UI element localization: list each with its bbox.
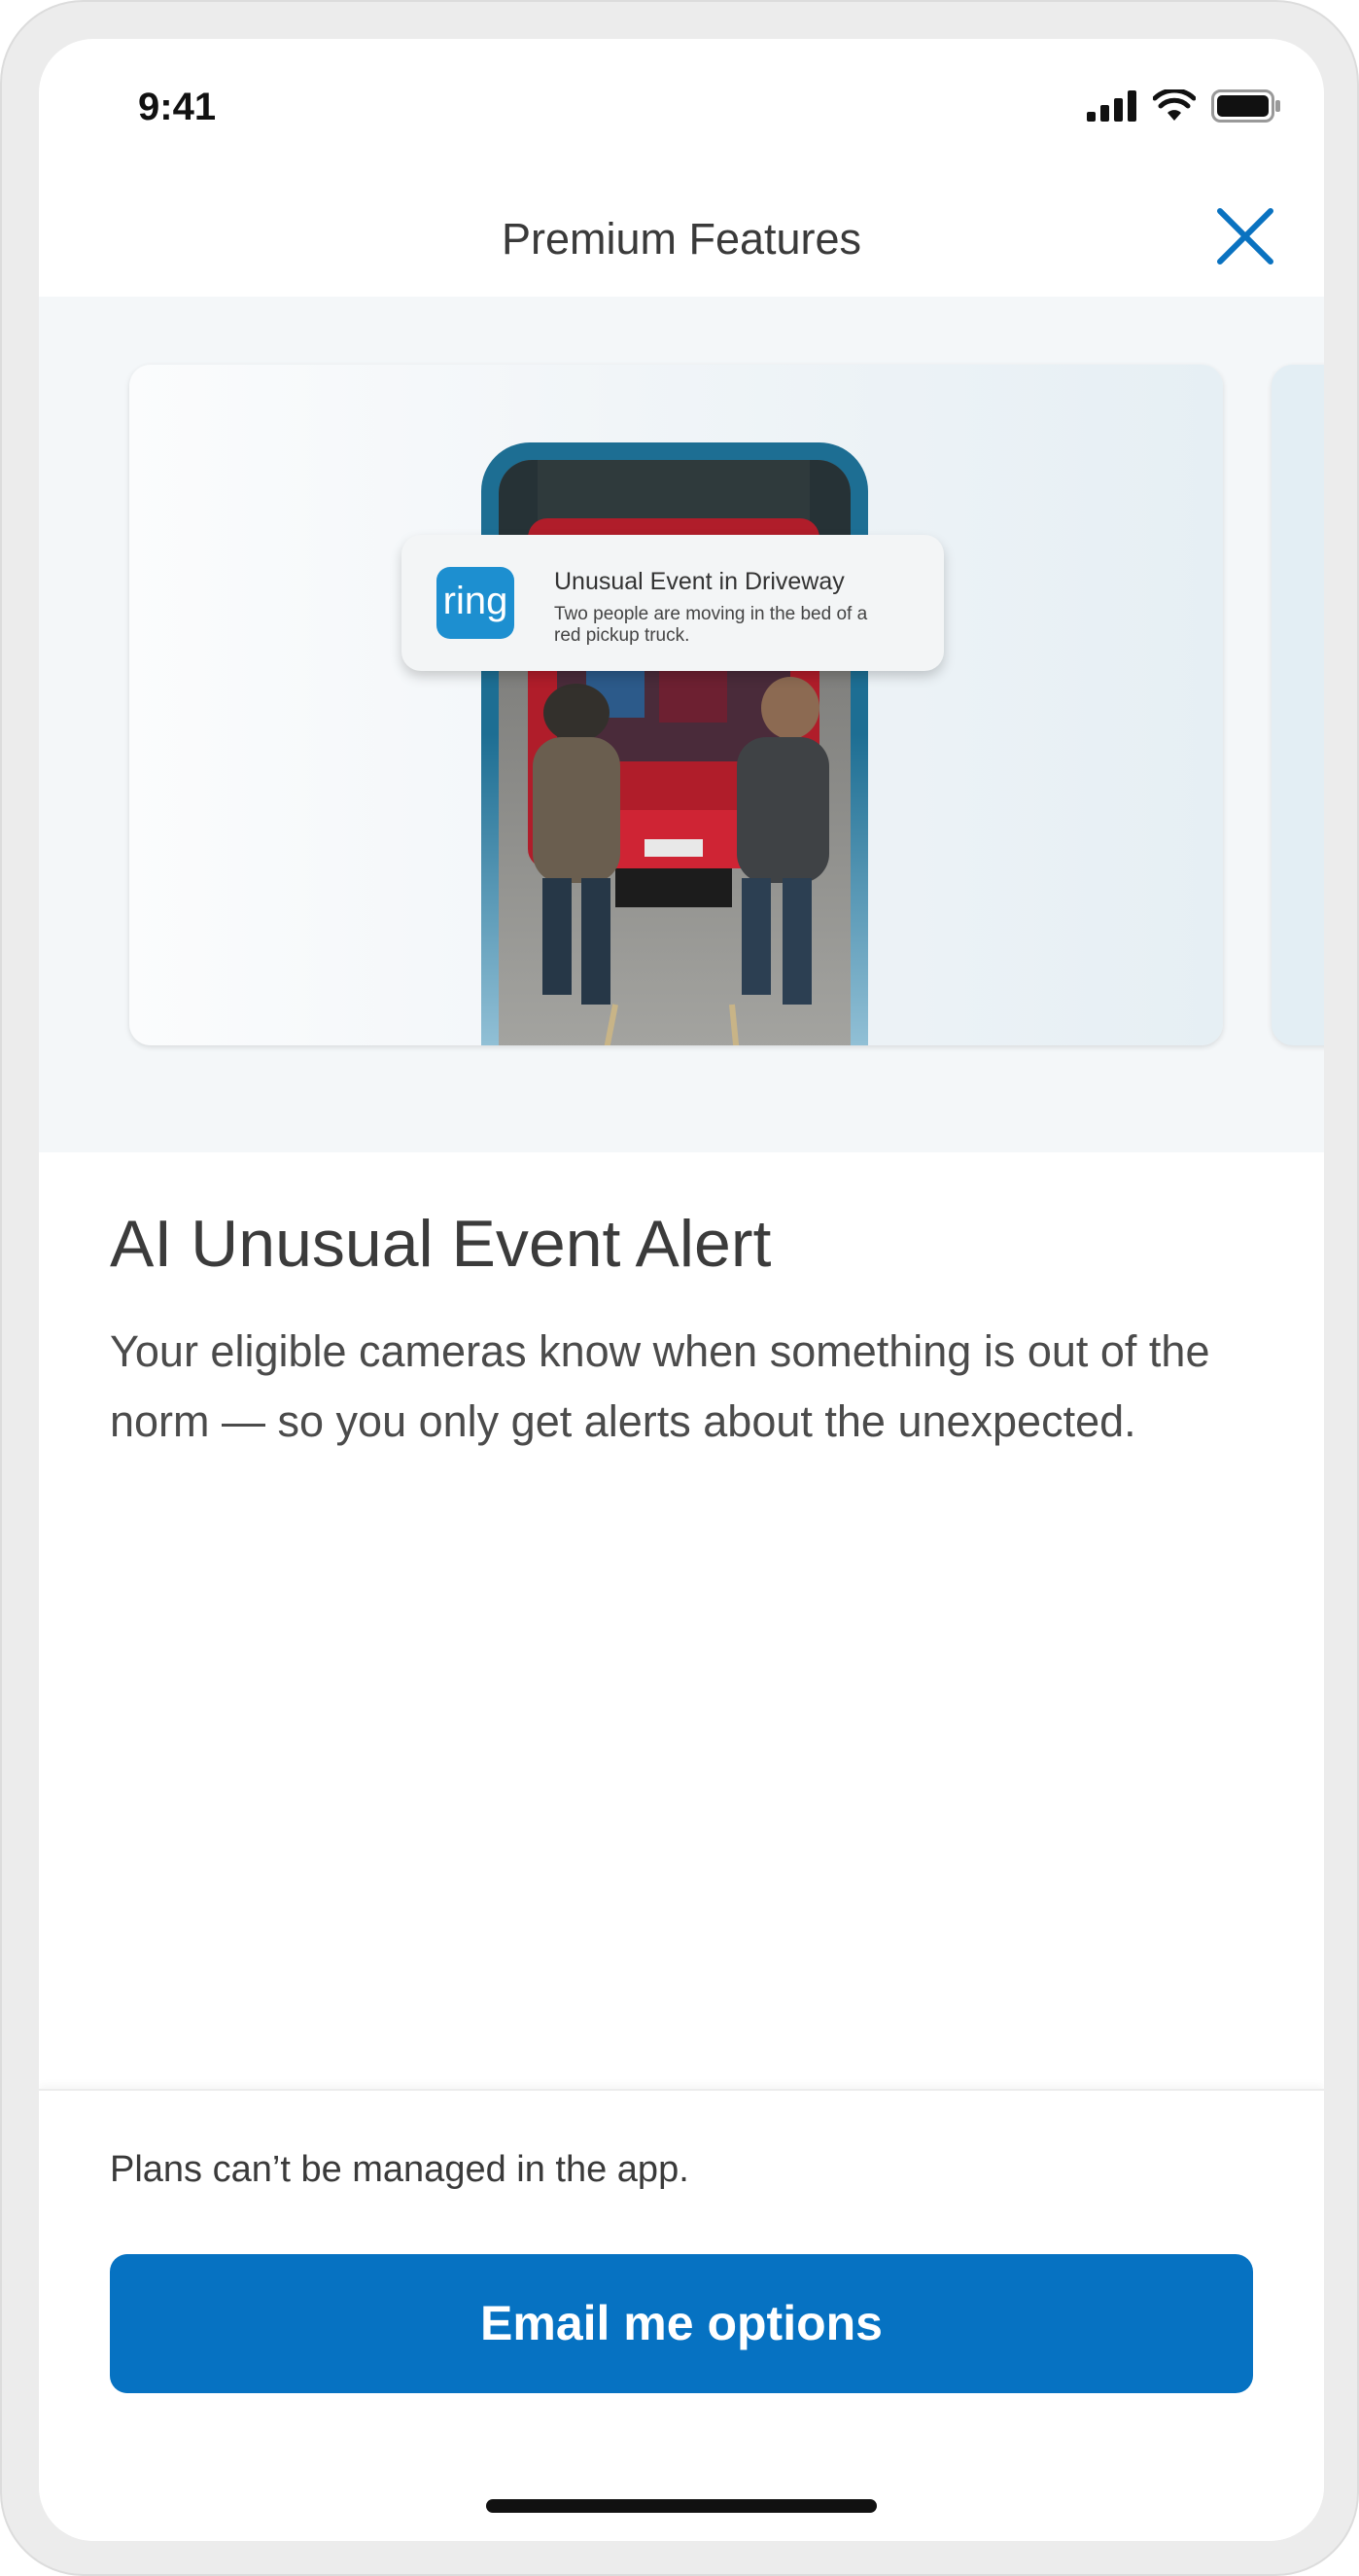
feature-carousel[interactable]: ring Unusual Event in Driveway Two peopl…	[39, 297, 1324, 1152]
phone-mockup	[481, 442, 868, 1045]
notification-title: Unusual Event in Driveway	[554, 568, 845, 595]
navigation-bar: Premium Features	[39, 185, 1324, 297]
wifi-icon	[1153, 89, 1196, 121]
footer-panel: Plans can’t be managed in the app. Email…	[39, 2089, 1324, 2541]
notification-banner: ring Unusual Event in Driveway Two peopl…	[401, 535, 944, 671]
ring-logo: ring	[436, 567, 514, 639]
status-icons	[1087, 89, 1281, 123]
page-title: Premium Features	[501, 214, 862, 264]
feature-description: Your eligible cameras know when somethin…	[110, 1326, 1210, 1446]
feature-details: AI Unusual Event Alert Your eligible cam…	[110, 1206, 1276, 1457]
next-card-peek[interactable]	[1272, 365, 1324, 1045]
close-icon	[1217, 208, 1273, 265]
home-indicator[interactable]	[486, 2499, 877, 2513]
close-button[interactable]	[1215, 206, 1275, 266]
status-bar: 9:41	[39, 39, 1324, 185]
feature-title: AI Unusual Event Alert	[110, 1207, 772, 1281]
status-time: 9:41	[138, 86, 217, 128]
cellular-signal-icon	[1087, 90, 1136, 122]
notification-body: Two people are moving in the bed of a re…	[554, 604, 868, 646]
battery-icon	[1211, 89, 1280, 123]
email-options-button[interactable]: Email me options	[110, 2254, 1253, 2393]
app-screen: 9:41 Premium Features ring Unusual Event…	[39, 39, 1324, 2541]
feature-card-image: ring Unusual Event in Driveway Two peopl…	[129, 365, 1223, 1045]
device-frame: 9:41 Premium Features ring Unusual Event…	[0, 0, 1359, 2576]
plans-note: Plans can’t be managed in the app.	[110, 2149, 689, 2190]
